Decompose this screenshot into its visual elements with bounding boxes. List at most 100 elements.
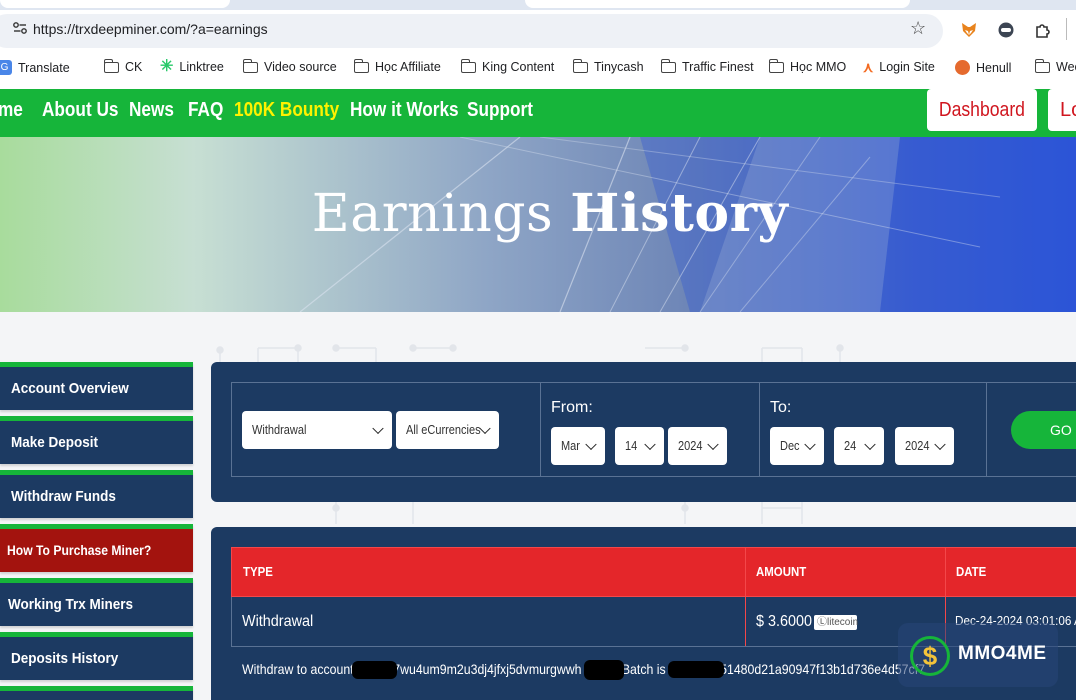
nav-home[interactable]: me bbox=[0, 99, 23, 122]
toolbar-divider bbox=[1066, 18, 1067, 40]
bookmark-label: CK bbox=[125, 60, 143, 74]
bookmark-tinycash[interactable]: Tinycash bbox=[572, 58, 644, 74]
row-type-value: Withdrawal bbox=[242, 613, 314, 630]
bookmark-translate[interactable]: G Translate bbox=[0, 60, 70, 75]
type-select[interactable]: Withdrawal bbox=[242, 411, 392, 449]
page-title-bold: History bbox=[570, 183, 789, 244]
from-day-select[interactable]: 14 bbox=[615, 427, 664, 465]
litecoin-badge: Ⓛlitecoin bbox=[814, 615, 859, 630]
chevron-down-icon bbox=[864, 438, 876, 451]
page-title: Earnings History bbox=[0, 183, 1076, 244]
folder-icon bbox=[1034, 58, 1050, 73]
bookmark-label: Wee bbox=[1056, 60, 1076, 74]
from-month-select[interactable]: Mar bbox=[551, 427, 605, 465]
bookmark-login-site[interactable]: ⋏ Login Site bbox=[863, 60, 935, 74]
column-header-amount[interactable]: AMOUNT bbox=[756, 547, 813, 597]
bookmark-king-content[interactable]: King Content bbox=[460, 58, 554, 74]
sidebar-label: How To Purchase Miner? bbox=[7, 543, 152, 558]
detail-batch-id: 51480d21a90947f13b1d736e4d57cf7 bbox=[720, 661, 925, 677]
chevron-down-icon bbox=[644, 438, 656, 451]
filter-divider bbox=[540, 382, 541, 477]
nav-support[interactable]: Support bbox=[467, 99, 533, 122]
hero-banner: Earnings History bbox=[0, 137, 1076, 312]
sidebar-next-item[interactable] bbox=[0, 686, 193, 700]
chevron-down-icon bbox=[707, 438, 719, 451]
bookmark-hoc-affiliate[interactable]: Học Affiliate bbox=[353, 58, 441, 74]
redaction-mark bbox=[352, 661, 397, 679]
bookmark-traffic-finest[interactable]: Traffic Finest bbox=[660, 58, 754, 74]
sidebar-make-deposit[interactable]: Make Deposit bbox=[0, 416, 193, 464]
nav-news[interactable]: News bbox=[129, 99, 174, 122]
detail-account: 7wu4um9m2u3dj4jfxj5dvmurgwwh bbox=[393, 661, 582, 677]
browser-tab-strip bbox=[0, 0, 1076, 10]
chevron-down-icon bbox=[479, 422, 491, 435]
site-info-icon[interactable] bbox=[13, 22, 27, 34]
chevron-down-icon bbox=[934, 438, 946, 451]
dashboard-button[interactable]: Dashboard bbox=[927, 89, 1037, 131]
litecoin-badge-label: litecoin bbox=[827, 617, 859, 628]
from-year-value: 2024 bbox=[678, 439, 703, 453]
henull-icon bbox=[955, 60, 970, 75]
column-header-label: DATE bbox=[956, 564, 987, 579]
currency-select-value: All eCurrencies bbox=[406, 423, 481, 437]
sidebar-label: Account Overview bbox=[11, 380, 129, 397]
folder-icon bbox=[660, 58, 676, 73]
sidebar-label: Withdraw Funds bbox=[11, 488, 116, 505]
currency-select[interactable]: All eCurrencies bbox=[396, 411, 499, 449]
bookmark-wee[interactable]: Wee bbox=[1034, 58, 1076, 74]
bookmark-linktree[interactable]: ✳ Linktree bbox=[160, 58, 224, 75]
sidebar-how-to-purchase-miner[interactable]: How To Purchase Miner? bbox=[0, 524, 193, 572]
sidebar-withdraw-funds[interactable]: Withdraw Funds bbox=[0, 470, 193, 518]
bookmark-henull[interactable]: Henull bbox=[955, 60, 1011, 75]
to-month-select[interactable]: Dec bbox=[770, 427, 824, 465]
folder-icon bbox=[242, 58, 258, 73]
to-day-select[interactable]: 24 bbox=[834, 427, 884, 465]
bookmarks-bar: G Translate CK ✳ Linktree Video source H… bbox=[0, 54, 1076, 82]
sidebar-label: Working Trx Miners bbox=[8, 596, 134, 613]
type-select-value: Withdrawal bbox=[252, 423, 307, 437]
sidebar-deposits-history[interactable]: Deposits History bbox=[0, 632, 193, 680]
chevron-down-icon bbox=[804, 438, 816, 451]
login-button[interactable]: Lo bbox=[1048, 89, 1076, 131]
browser-tab[interactable] bbox=[0, 0, 230, 8]
nav-faq[interactable]: FAQ bbox=[188, 99, 223, 122]
column-header-type[interactable]: TYPE bbox=[243, 547, 277, 597]
folder-icon bbox=[572, 58, 588, 73]
to-day-value: 24 bbox=[844, 439, 857, 453]
bookmark-label: Traffic Finest bbox=[682, 60, 754, 74]
from-year-select[interactable]: 2024 bbox=[668, 427, 727, 465]
url-text[interactable]: https://trxdeepminer.com/?a=earnings bbox=[33, 21, 268, 37]
bookmark-label: Video source bbox=[264, 60, 337, 74]
sidebar-account-overview[interactable]: Account Overview bbox=[0, 362, 193, 410]
bookmark-ck[interactable]: CK bbox=[103, 58, 143, 74]
bookmark-label: Linktree bbox=[179, 60, 224, 74]
bookmark-hoc-mmo[interactable]: Học MMO bbox=[768, 58, 847, 74]
bookmark-label: Học MMO bbox=[790, 60, 847, 74]
nav-how-it-works[interactable]: How it Works bbox=[350, 99, 459, 122]
go-button[interactable]: GO bbox=[1011, 411, 1076, 449]
bookmark-star-icon[interactable]: ☆ bbox=[910, 18, 926, 39]
detail-prefix: Withdraw to account l bbox=[242, 661, 360, 677]
sidebar-working-trx-miners[interactable]: Working Trx Miners bbox=[0, 578, 193, 626]
to-month-value: Dec bbox=[780, 439, 800, 453]
extensions-puzzle-icon[interactable] bbox=[1034, 21, 1052, 39]
dashboard-label: Dashboard bbox=[938, 99, 1026, 121]
nav-about-us[interactable]: About Us bbox=[42, 99, 118, 122]
row-amount: $ 3.6000 bbox=[756, 613, 818, 631]
folder-icon bbox=[768, 58, 784, 73]
bookmark-label: Login Site bbox=[879, 60, 935, 74]
bookmark-video-source[interactable]: Video source bbox=[242, 58, 337, 74]
sidebar-label: Make Deposit bbox=[11, 434, 99, 451]
watermark-text: MMO4ME bbox=[958, 643, 1047, 664]
nav-100k-bounty[interactable]: 100K Bounty bbox=[234, 99, 339, 122]
linktree-icon: ✳ bbox=[160, 58, 174, 75]
login-site-icon: ⋏ bbox=[863, 59, 874, 75]
metamask-fox-icon[interactable] bbox=[960, 21, 978, 39]
browser-tab[interactable] bbox=[525, 0, 910, 8]
filter-divider bbox=[986, 382, 987, 477]
chat-extension-icon[interactable] bbox=[997, 21, 1015, 39]
column-header-date[interactable]: DATE bbox=[956, 547, 990, 597]
folder-icon bbox=[103, 58, 119, 73]
row-type: Withdrawal bbox=[242, 613, 321, 631]
to-year-select[interactable]: 2024 bbox=[895, 427, 954, 465]
